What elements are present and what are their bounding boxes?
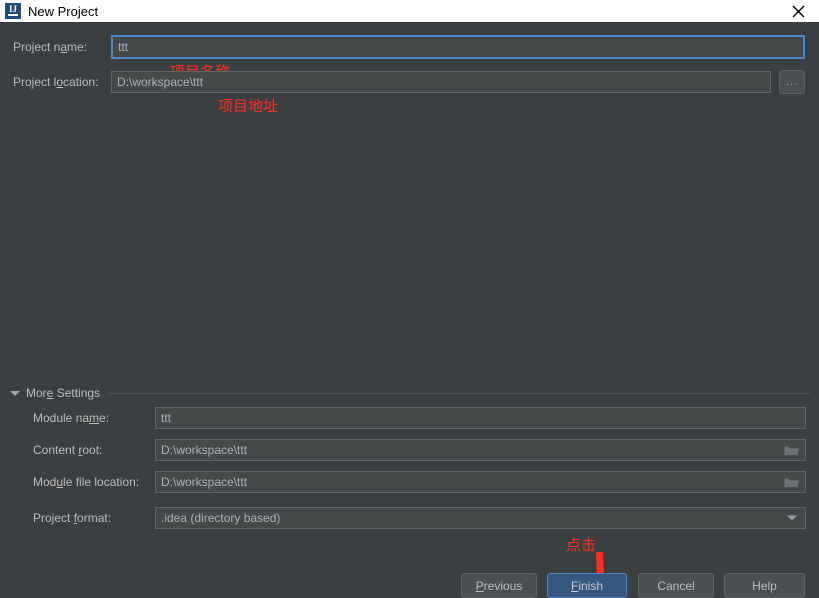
project-name-label: Project name:	[13, 40, 88, 54]
project-format-annotation: 点击	[566, 536, 597, 554]
project-format-label: Project format:	[33, 511, 112, 525]
content-root-input[interactable]: D:\workspace\ttt	[155, 439, 806, 461]
project-format-row: Project format: .idea (directory based)	[33, 507, 808, 529]
window-title: New Project	[28, 3, 99, 19]
project-location-value: D:\workspace\ttt	[117, 75, 204, 89]
project-location-input[interactable]: D:\workspace\ttt	[111, 71, 771, 93]
project-format-select[interactable]: .idea (directory based)	[155, 507, 806, 529]
ellipsis-icon: ...	[785, 76, 799, 88]
more-settings-separator	[108, 392, 810, 394]
project-location-browse-button[interactable]: ...	[779, 70, 805, 94]
project-location-label: Project location:	[13, 75, 99, 89]
module-name-value: ttt	[161, 411, 172, 425]
folder-icon[interactable]	[784, 476, 799, 488]
content-root-value: D:\workspace\ttt	[161, 443, 248, 457]
content-root-row: Content root: D:\workspace\ttt	[33, 439, 808, 461]
project-name-input[interactable]: ttt	[111, 35, 805, 59]
module-file-location-value: D:\workspace\ttt	[161, 475, 248, 489]
close-button[interactable]	[777, 0, 819, 22]
content-root-label: Content root:	[33, 443, 103, 457]
folder-icon[interactable]	[784, 444, 799, 456]
module-name-input[interactable]: ttt	[155, 407, 806, 429]
project-location-row: Project location: D:\workspace\ttt ...	[13, 70, 808, 94]
finish-button[interactable]: Finish	[547, 573, 627, 598]
module-name-label: Module name:	[33, 411, 110, 425]
more-settings-label: More Settings	[26, 386, 101, 400]
triangle-down-icon	[10, 390, 20, 396]
dialog-content: Project name: ttt 项目名称 Project location:…	[0, 22, 819, 598]
help-button[interactable]: Help	[724, 573, 805, 598]
module-file-location-row: Module file location: D:\workspace\ttt	[33, 471, 808, 493]
project-format-value: .idea (directory based)	[161, 511, 281, 525]
project-name-row: Project name: ttt	[13, 35, 808, 59]
module-name-row: Module name: ttt	[33, 407, 808, 429]
project-location-annotation: 项目地址	[218, 97, 279, 115]
project-name-value: ttt	[118, 40, 129, 54]
more-settings-header[interactable]: More Settings	[10, 384, 810, 402]
window-titlebar: IJ New Project	[0, 0, 819, 22]
chevron-down-icon[interactable]	[787, 515, 797, 521]
previous-button[interactable]: Previous	[461, 573, 537, 598]
cancel-button[interactable]: Cancel	[638, 573, 714, 598]
module-file-location-input[interactable]: D:\workspace\ttt	[155, 471, 806, 493]
module-file-location-label: Module file location:	[33, 475, 140, 489]
close-icon	[792, 5, 804, 17]
dialog-button-bar: Previous Finish Cancel Help	[0, 562, 819, 598]
intellij-idea-icon: IJ	[5, 3, 21, 19]
